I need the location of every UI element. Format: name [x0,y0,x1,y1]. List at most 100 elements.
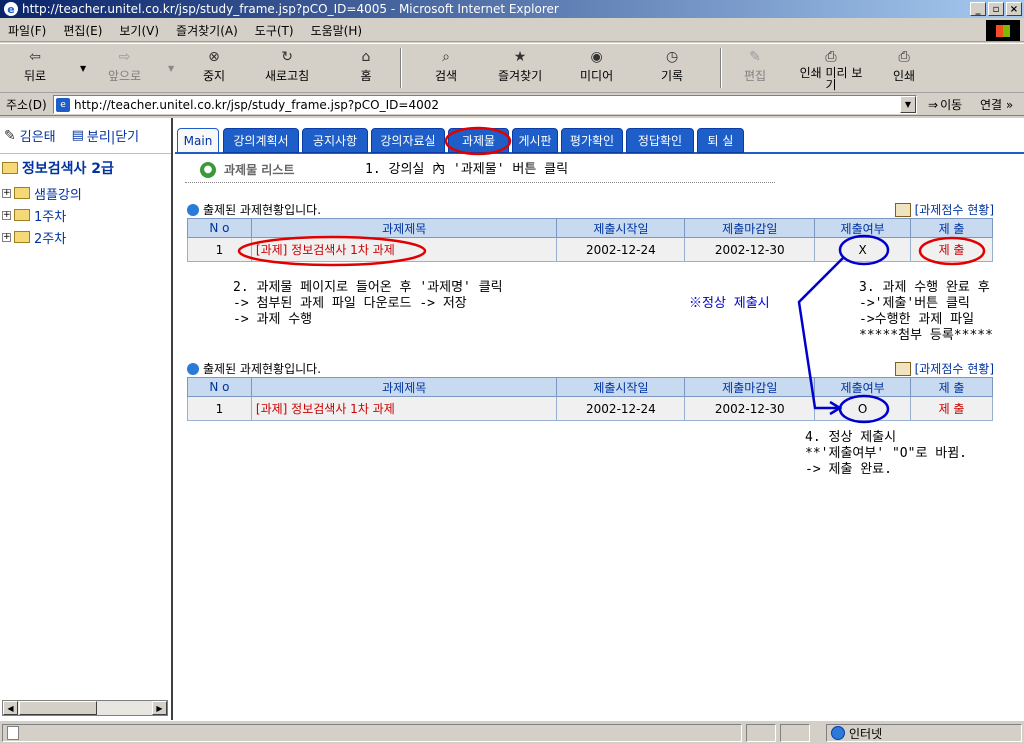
refresh-button[interactable]: ↻ 새로고침 [265,48,309,84]
normal-submit-note: ※정상 제출시 [689,296,770,311]
arrow-circle-icon: ● [200,161,216,178]
back-button[interactable]: ⇦ 뒤로 [24,48,46,84]
tab-notice[interactable]: 공지사항 [302,128,368,153]
status-text-panel [2,724,742,742]
go-button[interactable]: ⇒ 이동 [928,96,962,113]
cell-end-date: 2002-12-30 [684,237,816,262]
right-frame: Main 강의계획서 공지사항 강의자료실 과제물 게시판 평가확인 정답확인 … [175,118,1024,720]
table1-heading: 출제된 과제현황입니다. [187,201,321,218]
col-submitted: 제출여부 [814,218,912,238]
search-button[interactable]: ⌕ 검색 [435,48,457,84]
course-tree: 정보검색사 2급 + 샘플강의 + 1주차 + 2주차 [0,154,171,252]
tab-label: Main [183,133,213,148]
tree-node-week2[interactable]: + 2주차 [2,226,169,248]
score-status-link[interactable]: [과제점수 현황] [894,201,994,218]
cell-start-date: 2002-12-24 [556,396,686,421]
back-dropdown-icon[interactable]: ▼ [80,64,86,73]
scroll-thumb[interactable] [19,701,97,715]
expand-icon[interactable]: + [2,188,11,198]
horizontal-scrollbar[interactable]: ◀ ▶ [2,700,168,716]
edit-icon: ✎ [749,49,761,65]
home-icon: ⌂ [361,49,371,65]
tab-materials[interactable]: 강의자료실 [371,128,445,153]
scroll-left-icon[interactable]: ◀ [3,701,18,715]
forward-dropdown-icon[interactable]: ▼ [168,64,174,73]
tab-label: 강의자료실 [380,134,436,148]
tab-assignments[interactable]: 과제물 [448,128,509,153]
links-button[interactable]: 연결 » [980,96,1013,113]
detach-close-label: 분리|닫기 [86,130,140,145]
cell-start-date: 2002-12-24 [556,237,686,262]
col-end: 제출마감일 [684,218,816,238]
user-bar: ✎ 김은태 ▤ 분리|닫기 [0,118,171,154]
browser-content: ✎ 김은태 ▤ 분리|닫기 정보검색사 2급 + 샘플강의 + 1주차 + 2주… [0,118,1024,720]
tree-node-label: 2주차 [34,231,67,247]
home-label: 홈 [360,69,372,83]
tree-root[interactable]: 정보검색사 2급 [2,158,169,178]
tree-node-week1[interactable]: + 1주차 [2,204,169,226]
history-button[interactable]: ◷ 기록 [661,48,683,84]
assignment-title-link[interactable]: [과제] 정보검색사 1차 과제 [250,396,558,421]
favorites-button[interactable]: ★ 즐겨찾기 [498,48,542,84]
zone-panel: 인터넷 [826,724,1022,742]
col-submit: 제 출 [910,218,993,238]
clipboard-icon [894,202,911,217]
menu-tools[interactable]: 도구(T) [255,22,294,39]
print-preview-icon: ⎙ [825,49,837,65]
menu-view[interactable]: 보기(V) [119,22,159,39]
menu-help[interactable]: 도움말(H) [311,22,363,39]
tab-syllabus[interactable]: 강의계획서 [223,128,299,153]
dotted-divider [185,182,775,183]
edit-label: 편집 [744,69,767,83]
col-end: 제출마감일 [684,377,816,397]
col-title: 과제제목 [250,377,558,397]
section-title: ● 과제물 리스트 [200,161,294,178]
submit-button[interactable]: 제 출 [910,237,993,262]
address-input[interactable]: e http://teacher.unitel.co.kr/jsp/study_… [53,95,917,114]
page-icon [7,726,19,740]
assignment-title-link[interactable]: [과제] 정보검색사 1차 과제 [250,237,558,262]
step3-annotation: 3. 과제 수행 완료 후 ->'제출'버튼 클릭 ->수행한 과제 파일 **… [859,280,993,343]
section-title-text: 과제물 리스트 [224,163,295,177]
bullet-icon [187,203,199,216]
tab-exit[interactable]: 퇴 실 [697,128,744,153]
detach-close-button[interactable]: ▤ 분리|닫기 [72,126,140,145]
tab-board[interactable]: 게시판 [512,128,558,153]
tab-answers[interactable]: 정답확인 [626,128,694,153]
expand-icon[interactable]: + [2,232,11,242]
print-preview-button[interactable]: ⎙ 인쇄 미리 보기 [796,48,866,91]
minimize-button[interactable]: _ [970,2,986,16]
search-icon: ⌕ [442,49,450,65]
menu-file[interactable]: 파일(F) [8,22,46,39]
scroll-right-icon[interactable]: ▶ [152,701,167,715]
pen-icon: ✎ [4,127,16,144]
refresh-label: 새로고침 [265,69,310,83]
tab-label: 퇴 실 [707,134,734,148]
close-button[interactable]: × [1006,2,1022,16]
edit-button[interactable]: ✎ 편집 [744,48,766,84]
go-label: 이동 [940,98,963,112]
forward-button[interactable]: ⇨ 앞으로 [108,48,141,84]
menu-favorites[interactable]: 즐겨찾기(A) [176,22,238,39]
window-controls: _ ▫ × [970,2,1022,16]
cell-submitted-status: X [814,237,912,262]
maximize-button[interactable]: ▫ [988,2,1004,16]
print-button[interactable]: ⎙ 인쇄 [893,48,915,84]
menu-edit[interactable]: 편집(E) [63,22,102,39]
home-button[interactable]: ⌂ 홈 [357,48,375,84]
stop-button[interactable]: ⊗ 중지 [203,48,225,84]
address-dropdown-icon[interactable]: ▼ [900,96,916,113]
table-header-row: N o 과제제목 제출시작일 제출마감일 제출여부 제 출 [187,377,993,397]
status-panel [780,724,810,742]
expand-icon[interactable]: + [2,210,11,220]
table2-heading: 출제된 과제현황입니다. [187,360,321,377]
media-button[interactable]: ◉ 미디어 [580,48,613,84]
tab-strip: Main 강의계획서 공지사항 강의자료실 과제물 게시판 평가확인 정답확인 … [175,118,1024,154]
tab-evaluation[interactable]: 평가확인 [561,128,623,153]
table-row: 1 [과제] 정보검색사 1차 과제 2002-12-24 2002-12-30… [187,396,993,421]
tab-label: 게시판 [518,134,552,148]
submit-button[interactable]: 제 출 [910,396,993,421]
tab-main[interactable]: Main [177,128,219,153]
score-status-link[interactable]: [과제점수 현황] [894,360,994,377]
tree-node-sample[interactable]: + 샘플강의 [2,182,169,204]
